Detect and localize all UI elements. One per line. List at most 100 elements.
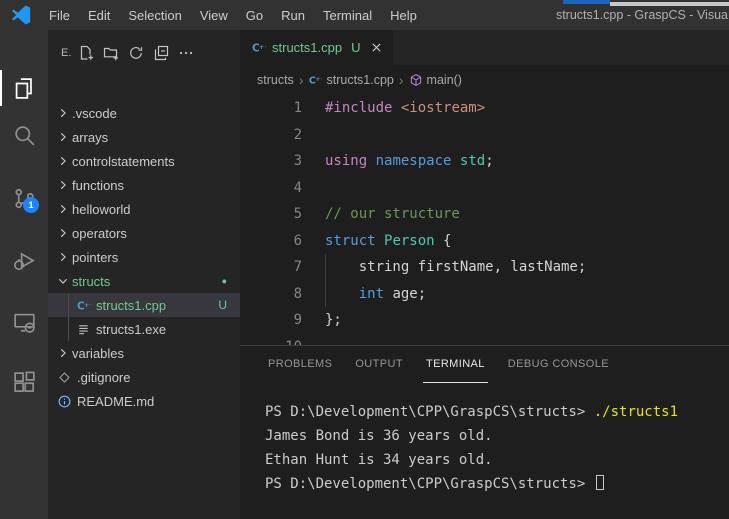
terminal-text: James Bond is 36 years old. bbox=[265, 428, 493, 444]
git-status-badge: U bbox=[218, 298, 227, 312]
line-number: 6 bbox=[293, 232, 302, 249]
vscode-window: File Edit Selection View Go Run Terminal Help s… bbox=[0, 0, 729, 519]
chevron-down-icon bbox=[56, 274, 70, 288]
breadcrumb: structs › C++ structs1.cpp › main() bbox=[240, 65, 729, 95]
svg-text:++: ++ bbox=[83, 300, 90, 308]
menu-terminal[interactable]: Terminal bbox=[314, 3, 381, 28]
panel-tab-output[interactable]: OUTPUT bbox=[352, 346, 406, 383]
activity-item-search[interactable] bbox=[0, 111, 48, 159]
menu-selection[interactable]: Selection bbox=[119, 3, 190, 28]
tree-item-arrays[interactable]: arrays bbox=[48, 125, 240, 149]
explorer-actions bbox=[78, 45, 194, 61]
readme-icon bbox=[57, 394, 72, 409]
code-line-1: 1 #include <iostream> bbox=[240, 95, 729, 122]
tree-item-structs1-exe[interactable]: structs1.exe bbox=[48, 317, 240, 341]
code-token: struct bbox=[325, 232, 376, 249]
git-modified-dot: ● bbox=[221, 276, 227, 286]
remote-explorer-icon bbox=[13, 311, 36, 334]
tab-structs1-cpp[interactable]: C++ structs1.cpp U bbox=[240, 30, 394, 65]
activity-item-run-debug[interactable] bbox=[0, 236, 48, 284]
panel-tab-problems[interactable]: PROBLEMS bbox=[265, 346, 335, 383]
breadcrumb-item-structs1-cpp[interactable]: C++ structs1.cpp bbox=[308, 73, 394, 87]
new-file-icon[interactable] bbox=[78, 45, 94, 61]
tree-item-label: operators bbox=[72, 225, 127, 241]
tab-label: structs1.cpp bbox=[272, 40, 343, 55]
menu-edit[interactable]: Edit bbox=[79, 3, 119, 28]
more-actions-icon[interactable] bbox=[178, 45, 194, 61]
tree-item-variables[interactable]: variables bbox=[48, 341, 240, 365]
menu-view[interactable]: View bbox=[191, 3, 237, 28]
tree-item-controlstatements[interactable]: controlstatements bbox=[48, 149, 240, 173]
tree-item-structs[interactable]: structs ● bbox=[48, 269, 240, 293]
new-folder-icon[interactable] bbox=[103, 45, 119, 61]
vscode-logo-icon bbox=[10, 4, 32, 26]
cpp-icon: C++ bbox=[251, 40, 266, 55]
chevron-right-icon bbox=[56, 154, 70, 168]
terminal-cursor bbox=[595, 475, 604, 490]
menu-help[interactable]: Help bbox=[381, 3, 426, 28]
menu-go[interactable]: Go bbox=[237, 3, 272, 28]
code-editor[interactable]: 1 #include <iostream> 2 3 using namespace st… bbox=[240, 95, 729, 345]
indent-guide bbox=[325, 254, 326, 281]
tree-item-label: variables bbox=[72, 345, 125, 361]
git-file-icon bbox=[57, 370, 72, 385]
code-text: string firstName, lastName; bbox=[302, 254, 586, 281]
panel-tab-terminal[interactable]: TERMINAL bbox=[422, 346, 488, 383]
code-text: struct Person { bbox=[302, 228, 451, 255]
line-number: 8 bbox=[293, 285, 302, 302]
code-token: Person bbox=[384, 232, 435, 249]
tree-item-vscode[interactable]: .vscode bbox=[48, 101, 240, 125]
tree-item-functions[interactable]: functions bbox=[48, 173, 240, 197]
activity-item-source-control[interactable]: 1 bbox=[0, 174, 48, 222]
code-line-3: 3 using namespace std; bbox=[240, 148, 729, 175]
tree-item-operators[interactable]: operators bbox=[48, 221, 240, 245]
code-token: // our structure bbox=[325, 206, 460, 222]
code-token: int bbox=[358, 285, 385, 302]
breadcrumb-label: structs1.cpp bbox=[326, 73, 394, 87]
collapse-all-icon[interactable] bbox=[153, 45, 169, 61]
panel-tab-debug-console[interactable]: DEBUG CONSOLE bbox=[505, 346, 612, 383]
terminal-text: ./structs1 bbox=[593, 404, 679, 420]
explorer-header: E. bbox=[48, 30, 240, 69]
symbol-method-icon bbox=[409, 73, 423, 87]
tree-item-pointers[interactable]: pointers bbox=[48, 245, 240, 269]
breadcrumb-label: main() bbox=[426, 73, 462, 87]
menu-file[interactable]: File bbox=[40, 3, 79, 28]
panel: PROBLEMS OUTPUT TERMINAL DEBUG CONSOLE PS D… bbox=[240, 345, 729, 519]
indent-guide bbox=[325, 280, 326, 307]
code-line-6: 6 struct Person { bbox=[240, 228, 729, 255]
activity-item-extensions[interactable] bbox=[0, 358, 48, 406]
terminal-output[interactable]: PS D:\Development\CPP\GraspCS\structs> .… bbox=[240, 383, 729, 496]
background-window-strip-blue bbox=[563, 0, 610, 4]
chevron-right-icon bbox=[56, 178, 70, 192]
tree-item-label: README.md bbox=[77, 393, 155, 409]
chevron-right-icon bbox=[56, 202, 70, 216]
refresh-icon[interactable] bbox=[128, 45, 144, 61]
terminal-text: Ethan Hunt is 34 years old. bbox=[265, 452, 493, 468]
tree-item-label: helloworld bbox=[72, 201, 131, 217]
close-icon[interactable] bbox=[370, 41, 383, 54]
activity-item-files[interactable] bbox=[0, 64, 48, 112]
code-line-9: 9}; bbox=[240, 307, 729, 334]
tree-item-structs1-cpp[interactable]: C++ structs1.cpp U bbox=[48, 293, 240, 317]
tree-item-readme-md[interactable]: README.md bbox=[48, 389, 240, 413]
tree-item-label: arrays bbox=[72, 129, 109, 145]
terminal-line: James Bond is 36 years old. bbox=[265, 424, 729, 448]
tab-bar: C++ structs1.cpp U bbox=[240, 30, 729, 65]
sidebar-explorer: E. .vscode arrays controlstatements functio… bbox=[48, 30, 240, 519]
tree-item-gitignore[interactable]: .gitignore bbox=[48, 365, 240, 389]
code-token: age; bbox=[384, 285, 427, 302]
terminal-line: PS D:\Development\CPP\GraspCS\structs> bbox=[265, 472, 729, 496]
activity-item-remote-explorer[interactable] bbox=[0, 298, 48, 346]
tree-item-label: structs1.exe bbox=[96, 321, 167, 337]
menu-run[interactable]: Run bbox=[272, 3, 314, 28]
line-number: 2 bbox=[293, 126, 302, 143]
breadcrumb-item-main[interactable]: main() bbox=[409, 73, 462, 87]
tree-item-helloworld[interactable]: helloworld bbox=[48, 197, 240, 221]
breadcrumb-item-structs[interactable]: structs bbox=[257, 73, 294, 87]
tree-indent-guide bbox=[68, 317, 69, 341]
